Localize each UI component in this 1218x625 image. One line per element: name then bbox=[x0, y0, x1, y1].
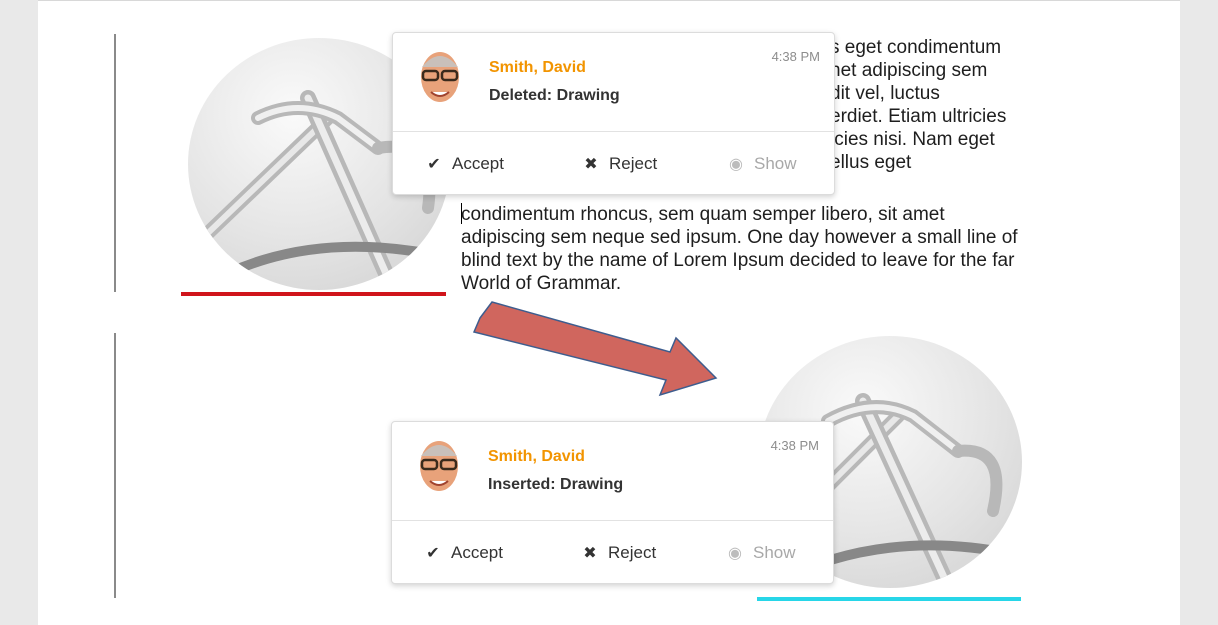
checkmark-icon: ✔ bbox=[427, 156, 441, 173]
deleted-underline bbox=[181, 292, 446, 296]
change-description: Inserted: Drawing bbox=[488, 476, 624, 493]
x-icon: ✖ bbox=[584, 156, 598, 173]
author-name: Smith, David bbox=[488, 448, 585, 465]
change-description: Deleted: Drawing bbox=[489, 87, 620, 104]
change-timestamp: 4:38 PM bbox=[771, 49, 820, 64]
paragraph-text[interactable]: condimentum rhoncus, sem quam semper lib… bbox=[461, 203, 1021, 295]
change-timestamp: 4:38 PM bbox=[770, 438, 819, 453]
tracked-change-card-deleted: Smith, David Deleted: Drawing 4:38 PM ✔ … bbox=[392, 32, 835, 195]
tracked-change-card-inserted: Smith, David Inserted: Drawing 4:38 PM ✔… bbox=[391, 421, 834, 584]
show-label: Show bbox=[754, 154, 797, 173]
accept-button[interactable]: ✔ Accept bbox=[426, 154, 504, 174]
paragraph-fragment: s eget condimentum net adipiscing sem di… bbox=[830, 37, 1007, 173]
inserted-underline bbox=[757, 597, 1021, 601]
card-divider bbox=[392, 520, 833, 521]
show-button[interactable]: ◉ Show bbox=[727, 543, 796, 563]
avatar bbox=[420, 441, 458, 491]
avatar bbox=[421, 52, 459, 102]
change-bar-bottom bbox=[114, 333, 116, 598]
accept-label: Accept bbox=[452, 154, 504, 173]
reject-button[interactable]: ✖ Reject bbox=[582, 543, 656, 563]
arrow-icon bbox=[472, 301, 718, 397]
card-divider bbox=[393, 131, 834, 132]
text-cursor bbox=[461, 203, 462, 224]
checkmark-icon: ✔ bbox=[426, 545, 440, 562]
accept-button[interactable]: ✔ Accept bbox=[425, 543, 503, 563]
eye-icon: ◉ bbox=[728, 545, 742, 562]
author-name: Smith, David bbox=[489, 59, 586, 76]
reject-button[interactable]: ✖ Reject bbox=[583, 154, 657, 174]
reject-label: Reject bbox=[609, 154, 658, 173]
show-label: Show bbox=[753, 543, 796, 562]
show-button[interactable]: ◉ Show bbox=[728, 154, 797, 174]
change-bar-top bbox=[114, 34, 116, 292]
accept-label: Accept bbox=[451, 543, 503, 562]
reject-label: Reject bbox=[608, 543, 657, 562]
eye-icon: ◉ bbox=[729, 156, 743, 173]
x-icon: ✖ bbox=[583, 545, 597, 562]
